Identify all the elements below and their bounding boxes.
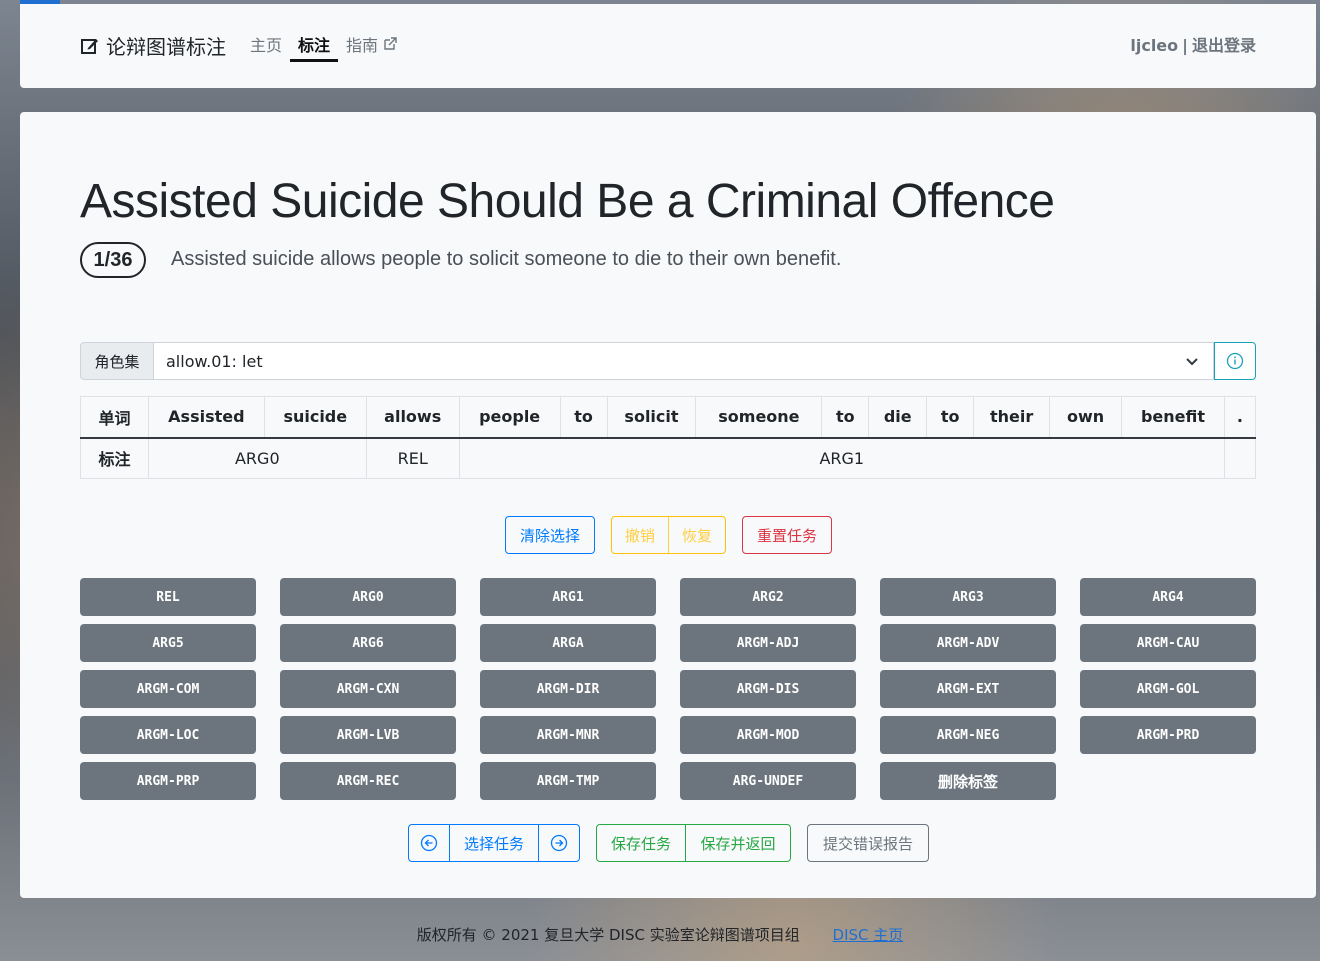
word-cell[interactable]: their [973, 396, 1051, 439]
word-row: 单词 Assisted suicide allows people to sol… [80, 396, 1257, 439]
roleset-info-button[interactable] [1214, 342, 1256, 380]
roleset-select[interactable]: allow.01: let [154, 342, 1214, 380]
undo-redo-group: 撤销 恢复 [611, 516, 726, 554]
word-cell[interactable]: to [926, 396, 975, 439]
word-cell[interactable]: allows [365, 396, 460, 439]
label-button[interactable]: ARG6 [280, 624, 456, 662]
label-button[interactable]: ARGM-MNR [480, 716, 656, 754]
annotation-table: 单词 Assisted suicide allows people to sol… [80, 396, 1257, 479]
label-button[interactable]: ARGM-MOD [680, 716, 856, 754]
label-span-cell[interactable]: REL [365, 437, 460, 479]
label-button[interactable]: ARGM-CAU [1080, 624, 1256, 662]
label-button[interactable]: ARGM-TMP [480, 762, 656, 800]
word-header: 单词 [80, 396, 149, 439]
brand[interactable]: 论辩图谱标注 [80, 31, 226, 60]
logout-link[interactable]: 退出登录 [1192, 36, 1256, 55]
label-button[interactable]: ARGM-ADV [880, 624, 1056, 662]
label-button[interactable]: ARG0 [280, 578, 456, 616]
nav-annotate[interactable]: 标注 [298, 32, 330, 56]
navbar: 论辩图谱标注 主页 标注 指南 ljcleo | 退出登录 [20, 4, 1316, 88]
username: ljcleo [1130, 36, 1179, 55]
label-button[interactable]: ARG1 [480, 578, 656, 616]
label-button[interactable]: ARGM-COM [80, 670, 256, 708]
main-card: Assisted Suicide Should Be a Criminal Of… [20, 112, 1316, 898]
label-button[interactable]: ARGM-NEG [880, 716, 1056, 754]
label-button[interactable]: ARG-UNDEF [680, 762, 856, 800]
label-button[interactable]: ARGM-ADJ [680, 624, 856, 662]
label-button[interactable]: ARGM-LVB [280, 716, 456, 754]
redo-button[interactable]: 恢复 [669, 517, 725, 553]
roleset-label: 角色集 [80, 342, 154, 380]
clear-selection-button[interactable]: 清除选择 [505, 516, 595, 554]
label-button[interactable]: ARGA [480, 624, 656, 662]
word-cell[interactable]: people [458, 396, 561, 439]
label-row: 标注 ARG0 REL ARG1 [80, 437, 1257, 479]
word-cell[interactable]: Assisted [147, 396, 265, 439]
nav-home[interactable]: 主页 [250, 32, 282, 56]
word-cell[interactable]: benefit [1121, 396, 1225, 439]
word-cell[interactable]: solicit [606, 396, 697, 439]
label-button[interactable]: ARGM-EXT [880, 670, 1056, 708]
active-tab-indicator [290, 59, 338, 62]
user-area: ljcleo | 退出登录 [1130, 36, 1256, 55]
nav-guide-label: 指南 [346, 36, 379, 55]
word-cell[interactable]: suicide [263, 396, 367, 439]
disc-home-link[interactable]: DISC 主页 [833, 926, 904, 944]
save-task-button[interactable]: 保存任务 [597, 825, 686, 861]
arrow-left-circle-icon [420, 834, 438, 852]
label-span-cell[interactable] [1223, 437, 1257, 479]
save-and-return-button[interactable]: 保存并返回 [686, 825, 790, 861]
arrow-right-circle-icon [550, 834, 568, 852]
label-button[interactable]: ARGM-DIS [680, 670, 856, 708]
word-cell[interactable]: to [821, 396, 870, 439]
nav-guide[interactable]: 指南 [346, 32, 398, 56]
reset-task-button[interactable]: 重置任务 [742, 516, 832, 554]
word-cell[interactable]: to [559, 396, 608, 439]
label-button[interactable]: ARG4 [1080, 578, 1256, 616]
save-group: 保存任务 保存并返回 [596, 824, 791, 862]
label-button[interactable]: ARG2 [680, 578, 856, 616]
label-button[interactable]: ARG5 [80, 624, 256, 662]
label-button[interactable]: ARGM-CXN [280, 670, 456, 708]
select-task-button[interactable]: 选择任务 [450, 825, 539, 861]
task-sentence: Assisted suicide allows people to solici… [171, 248, 842, 270]
word-cell[interactable]: die [868, 396, 928, 439]
label-span-cell[interactable]: ARG0 [147, 437, 367, 479]
brand-title: 论辩图谱标注 [106, 35, 226, 59]
word-cell[interactable]: someone [695, 396, 823, 439]
label-header: 标注 [80, 437, 149, 479]
external-link-icon [384, 37, 397, 50]
next-task-button[interactable] [539, 825, 579, 861]
label-button[interactable]: ARG3 [880, 578, 1056, 616]
chevron-down-icon [1186, 358, 1198, 366]
label-button[interactable]: REL [80, 578, 256, 616]
copyright-text: 版权所有 © 2021 复旦大学 DISC 实验室论辩图谱项目组 [416, 926, 800, 944]
label-button[interactable]: 删除标签 [880, 762, 1056, 800]
info-icon [1226, 352, 1244, 370]
roleset-value: allow.01: let [166, 351, 263, 371]
label-button[interactable]: ARGM-REC [280, 762, 456, 800]
label-button-grid: REL ARG0 ARG1 ARG2 ARG3 ARG4 ARG5 ARG6 ARGA ARGM-… [80, 578, 1256, 800]
word-cell[interactable]: . [1223, 396, 1257, 439]
page-title: Assisted Suicide Should Be a Criminal Of… [80, 175, 1055, 228]
label-button[interactable]: ARGM-PRD [1080, 716, 1256, 754]
edit-icon [81, 38, 98, 54]
label-button[interactable]: ARGM-PRP [80, 762, 256, 800]
submit-error-report-button[interactable]: 提交错误报告 [807, 824, 929, 862]
label-button[interactable]: ARGM-GOL [1080, 670, 1256, 708]
task-nav-group: 选择任务 [408, 824, 580, 862]
word-cell[interactable]: own [1049, 396, 1123, 439]
label-button[interactable]: ARGM-LOC [80, 716, 256, 754]
roleset-row: 角色集 allow.01: let [80, 342, 1256, 380]
label-span-cell[interactable]: ARG1 [458, 437, 1225, 479]
footer: 版权所有 © 2021 复旦大学 DISC 实验室论辩图谱项目组 DISC 主页 [0, 924, 1320, 945]
label-button[interactable]: ARGM-DIR [480, 670, 656, 708]
task-counter-badge: 1/36 [80, 242, 146, 278]
prev-task-button[interactable] [409, 825, 450, 861]
undo-button[interactable]: 撤销 [612, 517, 669, 553]
